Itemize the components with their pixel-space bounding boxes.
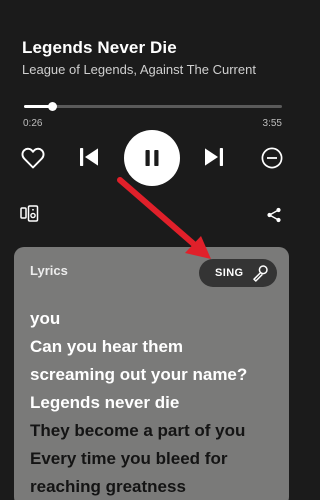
progress-thumb[interactable] bbox=[48, 102, 58, 111]
progress-bar[interactable] bbox=[24, 102, 282, 111]
share-icon bbox=[267, 207, 281, 223]
heart-icon bbox=[21, 147, 45, 169]
lyric-line: They become a part of you bbox=[30, 421, 246, 440]
lyrics-card[interactable]: Lyrics SING you Can you hear them scream… bbox=[14, 247, 289, 500]
sing-button[interactable]: SING bbox=[199, 259, 277, 287]
lyric-line: screaming out your name? bbox=[30, 365, 248, 384]
artist-names[interactable]: League of Legends, Against The Current bbox=[22, 62, 256, 77]
elapsed-time: 0:26 bbox=[23, 118, 43, 129]
lyric-line: you bbox=[30, 309, 61, 328]
total-time: 3:55 bbox=[262, 118, 282, 129]
skip-next-icon bbox=[205, 148, 223, 166]
like-button[interactable] bbox=[20, 145, 46, 171]
next-button[interactable] bbox=[202, 145, 226, 169]
lyric-line: Every time you bleed for bbox=[30, 449, 228, 468]
minus-circle-icon bbox=[261, 147, 283, 169]
skip-previous-icon bbox=[80, 148, 98, 166]
pause-icon bbox=[145, 150, 159, 166]
devices-button[interactable] bbox=[19, 204, 41, 224]
previous-button[interactable] bbox=[77, 145, 101, 169]
share-button[interactable] bbox=[264, 205, 284, 225]
lyrics-label: Lyrics bbox=[30, 263, 68, 278]
pause-button[interactable] bbox=[124, 130, 180, 186]
song-title[interactable]: Legends Never Die bbox=[22, 38, 177, 58]
lyrics-lines: you Can you hear them screaming out your… bbox=[30, 305, 247, 500]
microphone-icon bbox=[253, 265, 268, 282]
connect-devices-icon bbox=[20, 205, 39, 222]
remove-button[interactable] bbox=[259, 145, 285, 171]
sing-label: SING bbox=[215, 267, 244, 279]
lyric-line: Legends never die bbox=[30, 393, 180, 412]
lyric-line: reaching greatness bbox=[30, 477, 186, 496]
lyric-line: Can you hear them bbox=[30, 337, 184, 356]
